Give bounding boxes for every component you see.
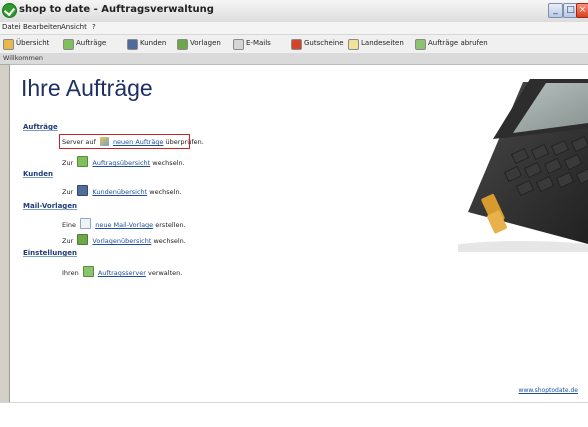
orders-overview-link[interactable]: Auftragsübersicht	[92, 159, 150, 167]
toolbar-overview-button[interactable]: Übersicht	[3, 38, 58, 50]
row-prefix: Ihren	[62, 269, 79, 277]
template-overview-link[interactable]: Vorlagenübersicht	[92, 237, 151, 245]
menu-help[interactable]: ?	[92, 23, 96, 31]
status-bar	[0, 402, 588, 427]
toolbar-overview-label: Übersicht	[16, 39, 50, 47]
toolbar-fetch-orders-button[interactable]: Aufträge abrufen	[415, 38, 510, 50]
voucher-icon	[291, 39, 302, 50]
toolbar-vouchers-button[interactable]: Gutscheine	[291, 38, 344, 50]
template-overview-row: Zur Vorlagenübersicht wechseln.	[62, 234, 186, 245]
row-prefix: Zur	[62, 159, 74, 167]
calculator-shadow	[458, 241, 588, 252]
fetch-orders-icon	[415, 39, 426, 50]
templates-icon	[177, 39, 188, 50]
row-suffix: erstellen.	[155, 221, 186, 229]
title-bar: shop to date - Auftragsverwaltung _ □ ×	[0, 0, 588, 23]
customer-overview-row: Zur Kundenübersicht wechseln.	[62, 185, 182, 196]
toolbar-vouchers-label: Gutscheine	[304, 39, 344, 47]
highlight-box	[59, 134, 190, 149]
orders-overview-row: Zur Auftragsübersicht wechseln.	[62, 156, 185, 167]
row-prefix: Zur	[62, 237, 74, 245]
menu-bar: Datei Bearbeiten Ansicht ?	[0, 22, 588, 34]
customer-overview-icon	[77, 185, 89, 196]
mail-icon	[233, 39, 244, 50]
customers-icon	[127, 39, 138, 50]
close-button[interactable]: ×	[576, 3, 588, 18]
server-icon	[82, 266, 94, 277]
server-settings-row: Ihren Auftragsserver verwalten.	[62, 266, 182, 277]
toolbar-customers-button[interactable]: Kunden	[127, 38, 171, 50]
row-suffix: wechseln.	[152, 159, 185, 167]
toolbar-fetch-orders-label: Aufträge abrufen	[428, 39, 488, 47]
website-link[interactable]: www.shoptodate.de	[519, 387, 578, 394]
toolbar: Übersicht Aufträge Kunden Vorlagen E-Mai…	[0, 34, 588, 54]
toolbar-emails-button[interactable]: E-Mails	[233, 38, 277, 50]
row-prefix: Eine	[62, 221, 77, 229]
row-suffix: wechseln.	[153, 237, 186, 245]
section-orders: Aufträge	[23, 123, 58, 131]
home-icon	[3, 39, 14, 50]
section-settings: Einstellungen	[23, 249, 77, 257]
section-mail-templates: Mail-Vorlagen	[23, 202, 78, 210]
customer-overview-link[interactable]: Kundenübersicht	[92, 188, 147, 196]
orders-icon	[63, 39, 74, 50]
template-overview-icon	[77, 234, 89, 245]
calculator-illustration	[458, 79, 588, 252]
tab-welcome[interactable]: Willkommen	[3, 54, 43, 62]
menu-view[interactable]: Ansicht	[61, 23, 87, 31]
section-customers: Kunden	[23, 170, 54, 178]
toolbar-landing-pages-label: Landeseiten	[361, 39, 404, 47]
toolbar-templates-label: Vorlagen	[190, 39, 221, 47]
toolbar-orders-label: Aufträge	[76, 39, 107, 47]
welcome-panel: Ihre Aufträge Aufträge Server auf neuen …	[9, 64, 588, 403]
toolbar-landing-pages-button[interactable]: Landeseiten	[348, 38, 408, 50]
overview-icon	[77, 156, 89, 167]
toolbar-emails-label: E-Mails	[246, 39, 271, 47]
menu-edit[interactable]: Bearbeiten	[23, 23, 61, 31]
new-mail-template-link[interactable]: neue Mail-Vorlage	[95, 221, 153, 229]
menu-file[interactable]: Datei	[2, 23, 21, 31]
minimize-button[interactable]: _	[548, 3, 563, 18]
folder-icon	[348, 39, 359, 50]
app-icon	[2, 3, 17, 18]
toolbar-customers-label: Kunden	[140, 39, 167, 47]
row-suffix: wechseln.	[149, 188, 182, 196]
new-template-icon	[80, 218, 92, 229]
row-prefix: Zur	[62, 188, 74, 196]
page-title: Ihre Aufträge	[21, 75, 153, 101]
new-template-row: Eine neue Mail-Vorlage erstellen.	[62, 218, 186, 229]
window-title: shop to date - Auftragsverwaltung	[19, 4, 214, 15]
toolbar-orders-button[interactable]: Aufträge	[63, 38, 121, 50]
row-suffix: verwalten.	[147, 269, 183, 277]
toolbar-templates-button[interactable]: Vorlagen	[177, 38, 227, 50]
order-server-link[interactable]: Auftragsserver	[98, 269, 146, 277]
